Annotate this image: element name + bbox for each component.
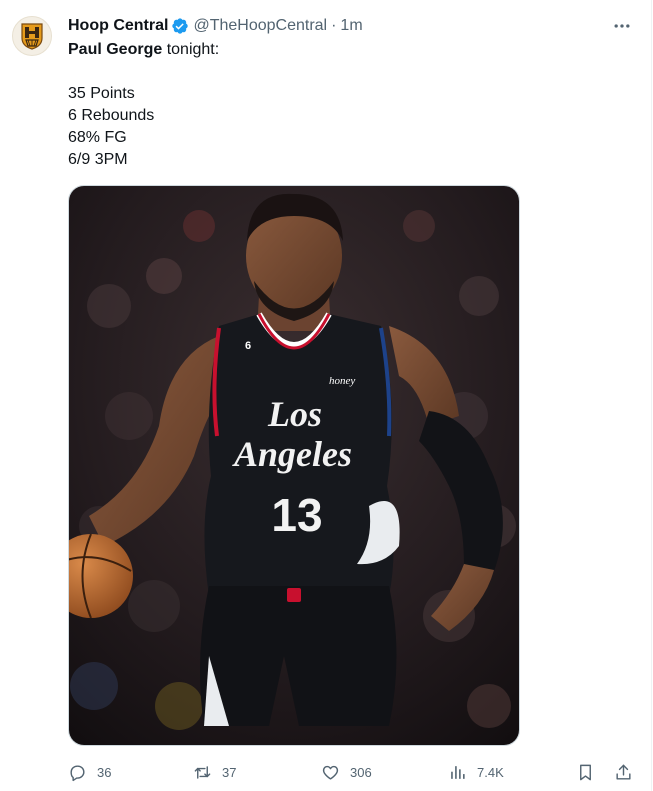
jersey-number: 13	[271, 489, 322, 541]
repost-button[interactable]: 37	[193, 760, 236, 784]
tweet-card[interactable]: Hoop Central @TheHoopCentral · 1m Paul G…	[0, 0, 652, 791]
tweet-first-line: Paul George tonight:	[68, 39, 628, 61]
tweet-photo[interactable]: 6 honey Los Angeles 13	[68, 185, 520, 746]
tweet-header: Hoop Central @TheHoopCentral · 1m	[68, 15, 363, 37]
stat-line-rebounds: 6 Rebounds	[68, 107, 155, 124]
tweet-text: Paul George tonight: 35 Points 6 Rebound…	[68, 39, 628, 171]
author-handle[interactable]: @TheHoopCentral	[193, 17, 327, 35]
hoop-central-logo	[21, 23, 43, 50]
jersey-city-line1: Los	[267, 394, 322, 434]
views-count: 7.4K	[477, 764, 504, 780]
jersey-patch: honey	[329, 375, 355, 387]
jersey-small-number: 6	[245, 340, 251, 352]
bookmark-icon	[580, 764, 591, 780]
repost-count: 37	[222, 764, 237, 780]
player-photo: 6 honey Los Angeles 13	[69, 186, 519, 745]
verified-badge-icon[interactable]	[171, 17, 189, 35]
like-icon	[322, 765, 339, 780]
tweet-timestamp[interactable]: 1m	[340, 17, 362, 35]
bookmark-button[interactable]	[576, 760, 595, 784]
more-icon[interactable]	[611, 16, 633, 36]
reply-icon	[70, 764, 85, 781]
jersey-city-line2: Angeles	[232, 434, 352, 474]
views-icon	[451, 765, 465, 779]
reply-button[interactable]: 36	[68, 760, 111, 784]
header-separator: ·	[331, 17, 337, 34]
stat-line-fg: 68% FG	[68, 129, 127, 146]
reply-count: 36	[97, 764, 112, 780]
share-button[interactable]	[614, 760, 633, 784]
author-avatar[interactable]	[12, 16, 52, 56]
author-display-name[interactable]: Hoop Central	[68, 17, 168, 35]
like-count: 306	[350, 764, 372, 780]
intro-text: tonight:	[162, 41, 220, 58]
like-button[interactable]: 306	[321, 760, 372, 784]
tweet-actions: 36 37 306 7.4K	[68, 760, 638, 784]
repost-icon	[194, 765, 211, 779]
views-button[interactable]: 7.4K	[448, 760, 504, 784]
stat-line-3pm: 6/9 3PM	[68, 151, 128, 168]
share-icon	[616, 764, 631, 780]
stat-line-points: 35 Points	[68, 85, 135, 102]
player-name: Paul George	[68, 41, 163, 58]
